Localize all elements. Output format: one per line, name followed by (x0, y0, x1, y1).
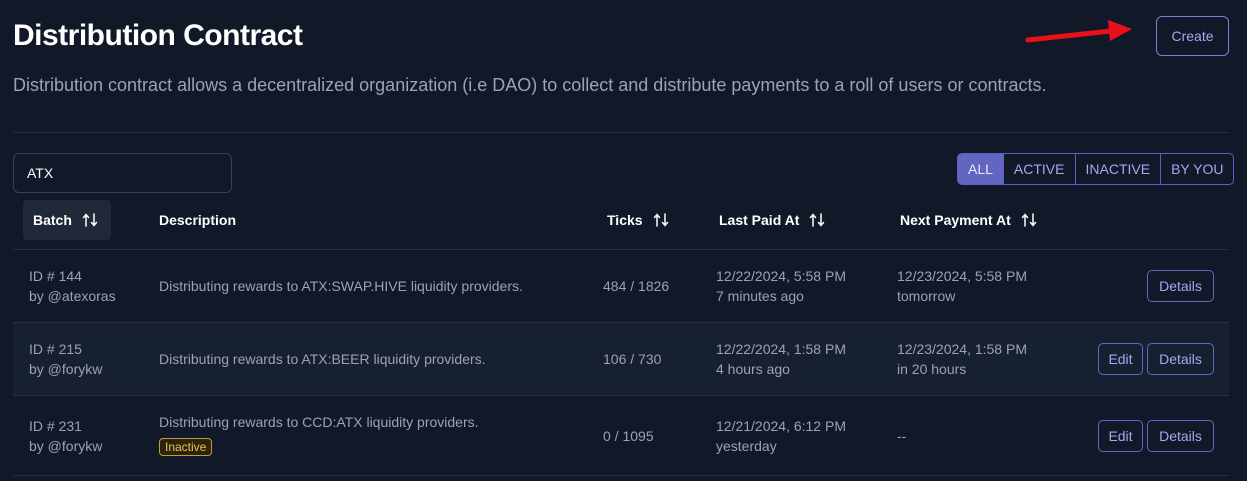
sort-icon (82, 212, 98, 228)
column-header-label: Batch (33, 212, 72, 228)
table-row: ID # 231 by @forykw Distributing rewards… (13, 396, 1229, 476)
page-description: Distribution contract allows a decentral… (13, 75, 1047, 95)
row-description: Distributing rewards to ATX:SWAP.HIVE li… (159, 278, 523, 294)
create-button[interactable]: Create (1156, 16, 1229, 56)
column-header-label: Last Paid At (719, 212, 800, 228)
row-ticks: 106 / 730 (603, 351, 662, 367)
section-divider (13, 132, 1229, 133)
details-button[interactable]: Details (1147, 343, 1214, 375)
batch-owner: by @atexoras (29, 288, 116, 304)
last-paid-date: 12/22/2024, 1:58 PM (716, 341, 846, 357)
row-description: Distributing rewards to CCD:ATX liquidit… (159, 414, 479, 430)
next-payment-relative: tomorrow (897, 288, 956, 304)
row-ticks: 484 / 1826 (603, 278, 670, 294)
column-header-last-paid[interactable]: Last Paid At (719, 200, 825, 240)
column-header-batch[interactable]: Batch (23, 200, 111, 240)
sort-icon (1021, 212, 1037, 228)
edit-button[interactable]: Edit (1098, 420, 1143, 452)
batch-owner: by @forykw (29, 361, 103, 377)
red-arrow-annotation (1025, 20, 1132, 43)
batch-id: ID # 215 (29, 341, 82, 357)
batch-owner: by @forykw (29, 438, 103, 454)
column-header-ticks[interactable]: Ticks (607, 200, 669, 240)
table-row: ID # 144 by @atexoras Distributing rewar… (13, 250, 1229, 323)
column-header-label: Ticks (607, 212, 643, 228)
filter-inactive[interactable]: INACTIVE (1074, 154, 1161, 184)
column-header-description: Description (159, 212, 237, 228)
page-title: Distribution Contract (13, 19, 303, 52)
last-paid-relative: 4 hours ago (716, 361, 790, 377)
last-paid-date: 12/22/2024, 5:58 PM (716, 268, 846, 284)
details-button[interactable]: Details (1147, 420, 1214, 452)
details-button[interactable]: Details (1147, 270, 1214, 302)
next-payment-date: 12/23/2024, 1:58 PM (897, 341, 1027, 357)
row-description: Distributing rewards to ATX:BEER liquidi… (159, 351, 486, 367)
row-ticks: 0 / 1095 (603, 428, 654, 444)
batch-id: ID # 144 (29, 268, 82, 284)
last-paid-relative: 7 minutes ago (716, 288, 804, 304)
inactive-badge: Inactive (159, 438, 213, 456)
next-payment-relative: in 20 hours (897, 361, 967, 377)
filter-all[interactable]: ALL (958, 154, 1003, 184)
edit-button[interactable]: Edit (1098, 343, 1143, 375)
last-paid-date: 12/21/2024, 6:12 PM (716, 418, 846, 434)
next-payment-date: -- (897, 428, 907, 444)
sort-icon (809, 212, 825, 228)
table-row: ID # 215 by @forykw Distributing rewards… (13, 323, 1229, 396)
column-header-label: Next Payment At (900, 212, 1011, 228)
status-filter-group: ALL ACTIVE INACTIVE BY YOU (957, 153, 1235, 185)
next-payment-date: 12/23/2024, 5:58 PM (897, 268, 1027, 284)
filter-active[interactable]: ACTIVE (1002, 154, 1075, 184)
search-input[interactable] (13, 153, 232, 193)
last-paid-relative: yesterday (716, 438, 777, 454)
filter-by-you[interactable]: BY YOU (1160, 154, 1233, 184)
column-header-next-payment[interactable]: Next Payment At (900, 200, 1037, 240)
batch-id: ID # 231 (29, 418, 82, 434)
sort-icon (653, 212, 669, 228)
